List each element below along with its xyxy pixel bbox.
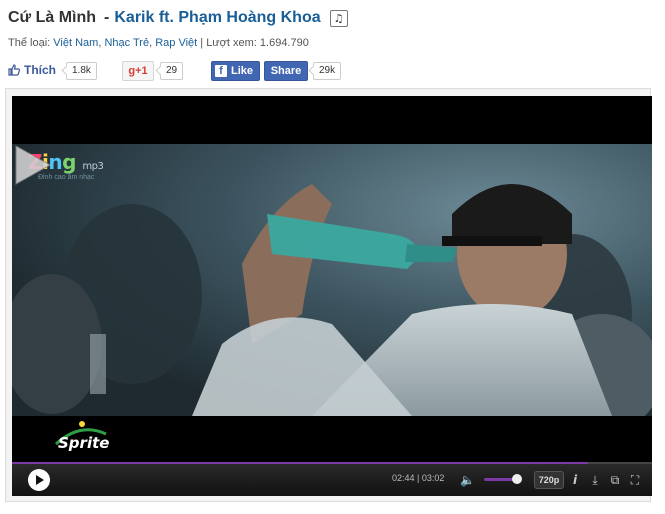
video-frame[interactable]: Zing mp3 Đỉnh cao âm nhạc: [12, 144, 652, 416]
video-player[interactable]: Zing mp3 Đỉnh cao âm nhạc Sprite 02:44 |…: [12, 96, 652, 496]
fullscreen-icon[interactable]: ⛶: [628, 472, 642, 488]
like-count: 1.8k: [66, 62, 97, 80]
music-note-icon[interactable]: ♫: [329, 9, 348, 27]
like-button[interactable]: Thích: [8, 61, 56, 79]
play-overlay-icon[interactable]: [12, 144, 52, 186]
google-plus-count: 29: [160, 62, 184, 80]
social-bar: Thích 1.8k g+1 29 f Like Share 29k: [8, 61, 648, 81]
genre-link[interactable]: Nhạc Trẻ: [104, 37, 149, 49]
google-plus-button[interactable]: g+1: [122, 61, 154, 81]
song-meta: Thể loại: Việt Nam, Nhạc Trẻ, Rap Việt |…: [8, 37, 309, 49]
quality-button[interactable]: 720p: [534, 471, 564, 489]
title-row: Cứ Là Mình - Karik ft. Phạm Hoàng Khoa ♫: [8, 7, 348, 29]
popout-icon[interactable]: ⧉: [608, 472, 622, 488]
video-thumbnail: [12, 144, 652, 416]
play-button[interactable]: [28, 469, 50, 491]
current-time: 02:44: [392, 473, 415, 483]
view-count: 1.694.790: [259, 37, 309, 49]
sprite-logo: Sprite: [54, 421, 109, 452]
volume-handle[interactable]: [512, 474, 522, 484]
views-label: Lượt xem:: [206, 37, 257, 49]
info-icon[interactable]: i: [568, 472, 582, 488]
artist-link[interactable]: Karik ft. Phạm Hoàng Khoa: [114, 9, 320, 27]
download-icon[interactable]: ⤓: [588, 472, 602, 488]
title-separator: -: [104, 9, 110, 26]
genre-label: Thể loại:: [8, 37, 51, 49]
player-controls: 02:44 | 03:02 🔈 720p i ⤓ ⧉ ⛶: [12, 464, 652, 496]
volume-icon[interactable]: 🔈: [460, 473, 475, 487]
facebook-share-count: 29k: [313, 62, 342, 80]
duration: 03:02: [421, 473, 445, 483]
svg-text:Sprite: Sprite: [58, 434, 109, 452]
thumbs-up-icon: [8, 64, 20, 76]
facebook-like-button[interactable]: f Like: [211, 61, 260, 81]
song-title: Cứ Là Mình: [8, 9, 97, 26]
facebook-like-label: Like: [231, 65, 254, 77]
time-display: 02:44 | 03:02: [392, 473, 445, 483]
facebook-share-button[interactable]: Share: [264, 61, 308, 81]
genre-link[interactable]: Việt Nam: [53, 37, 98, 49]
genre-link[interactable]: Rap Việt: [155, 37, 197, 49]
facebook-icon: f: [215, 65, 227, 77]
like-label: Thích: [24, 63, 56, 77]
